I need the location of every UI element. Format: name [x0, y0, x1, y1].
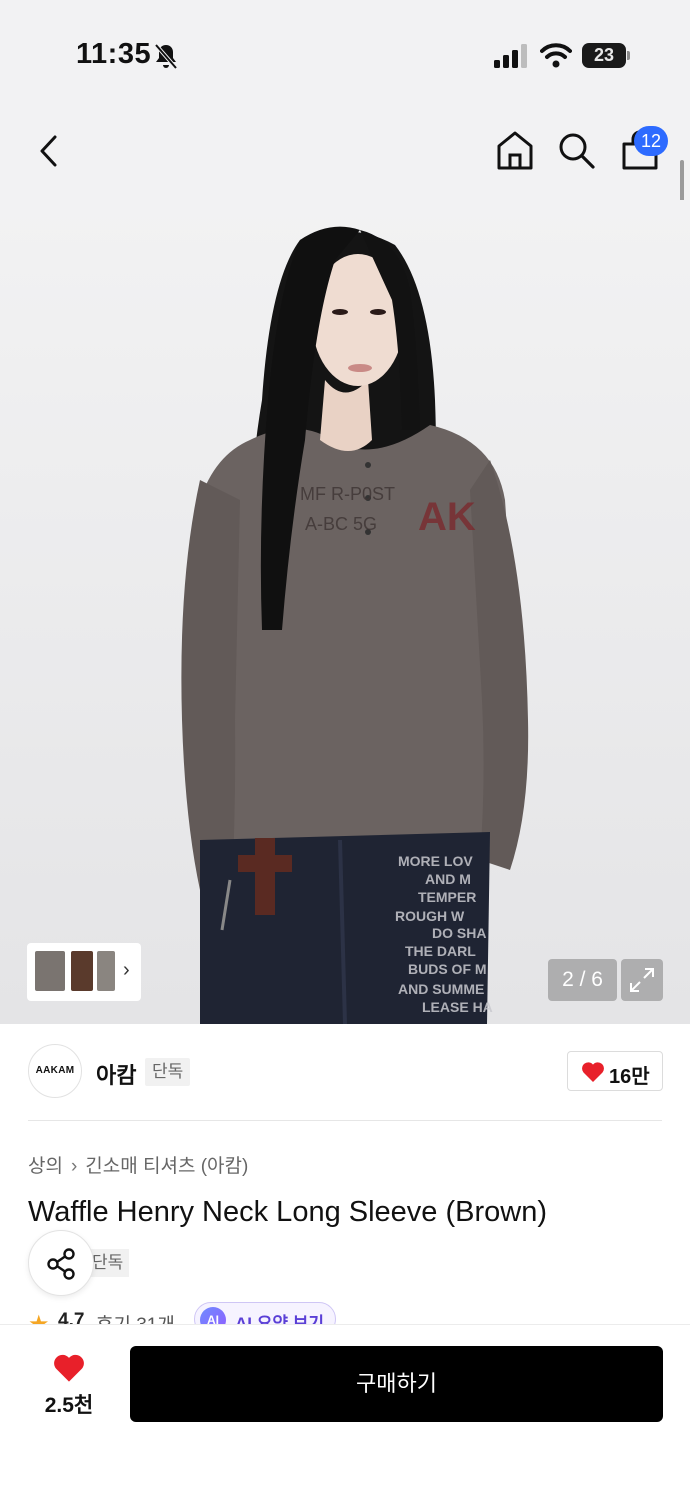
rating-value: 4.7	[58, 1310, 85, 1324]
share-icon	[47, 1248, 75, 1280]
brand-like-count: 16만	[609, 1066, 650, 1088]
wishlist-count: 2.5천	[44, 1394, 94, 1417]
breadcrumb: 상의 › 긴소매 티셔츠 (아캄)	[28, 1151, 248, 1178]
battery-indicator: 23	[582, 43, 630, 68]
review-count-link[interactable]: 후기 31개	[96, 1310, 175, 1324]
product-info-panel: AAKAM 아캄 단독 16만 상의 › 긴소매 티셔츠 (아캄) Waffle H…	[0, 1024, 690, 1324]
svg-text:TEMPER: TEMPER	[418, 889, 476, 905]
divider	[28, 1120, 662, 1121]
status-time: 11:35	[76, 38, 152, 70]
svg-text:LEASE HA: LEASE HA	[422, 999, 493, 1015]
bottom-action-bar: 2.5천 구매하기	[0, 1324, 690, 1500]
search-icon[interactable]	[556, 130, 598, 172]
svg-text:AND SUMME: AND SUMME	[398, 981, 484, 997]
product-title: Waffle Henry Neck Long Sleeve (Brown)	[28, 1196, 547, 1228]
bell-muted-icon	[154, 43, 178, 70]
svg-text:ROUGH W: ROUGH W	[395, 908, 465, 924]
svg-text:MF R-P0ST: MF R-P0ST	[300, 484, 395, 504]
chevron-right-icon: ›	[123, 959, 130, 981]
buy-button[interactable]: 구매하기	[130, 1346, 663, 1422]
back-icon[interactable]	[30, 128, 70, 174]
battery-cap	[627, 51, 630, 60]
heart-icon	[582, 1062, 604, 1082]
svg-text:AND M: AND M	[425, 871, 471, 887]
svg-text:BUDS OF M: BUDS OF M	[408, 961, 487, 977]
cellular-signal-icon	[494, 44, 527, 68]
svg-text:AK: AK	[418, 495, 476, 539]
brand-name[interactable]: 아캄	[96, 1058, 136, 1090]
breadcrumb-category[interactable]: 상의	[28, 1156, 63, 1177]
home-icon[interactable]	[494, 128, 536, 172]
thumbnail-1[interactable]	[35, 951, 65, 991]
svg-text:DO SHA: DO SHA	[432, 925, 486, 941]
brand-like-button[interactable]: 16만	[567, 1051, 663, 1091]
image-counter: 2 / 6	[548, 959, 617, 1001]
product-photo: MF R-P0ST A-BC 5G AK MORE LOV AND M TEMP…	[0, 200, 690, 1024]
svg-text:THE DARL: THE DARL	[405, 943, 476, 959]
breadcrumb-subcategory[interactable]: 긴소매 티셔츠 (아캄)	[85, 1156, 248, 1177]
svg-text:MORE LOV: MORE LOV	[398, 853, 473, 869]
heart-icon	[54, 1354, 84, 1382]
breadcrumb-separator-icon: ›	[70, 1156, 78, 1177]
brand-logo[interactable]: AAKAM	[28, 1044, 82, 1098]
battery-level: 23	[582, 43, 626, 68]
share-button[interactable]	[28, 1230, 94, 1296]
svg-text:A-BC 5G: A-BC 5G	[305, 514, 377, 534]
wifi-icon	[540, 43, 572, 68]
wishlist-button[interactable]: 2.5천	[30, 1349, 108, 1421]
thumbnail-2[interactable]	[71, 951, 93, 991]
star-icon: ★	[28, 1310, 50, 1324]
ai-badge-icon: AI	[200, 1307, 226, 1324]
status-bar: 11:35 23	[0, 0, 690, 100]
cart-count-badge: 12	[634, 126, 668, 156]
expand-icon[interactable]	[621, 959, 663, 1001]
ai-summary-label: AI 요약 보기	[235, 1314, 325, 1324]
product-image-carousel[interactable]: MF R-P0ST A-BC 5G AK MORE LOV AND M TEMP…	[0, 200, 690, 1024]
exclusive-tag: 단독	[145, 1058, 191, 1086]
thumbnail-3[interactable]	[97, 951, 115, 991]
ai-summary-button[interactable]: AI AI 요약 보기	[194, 1302, 336, 1324]
thumbnail-strip[interactable]: ›	[27, 943, 141, 1001]
